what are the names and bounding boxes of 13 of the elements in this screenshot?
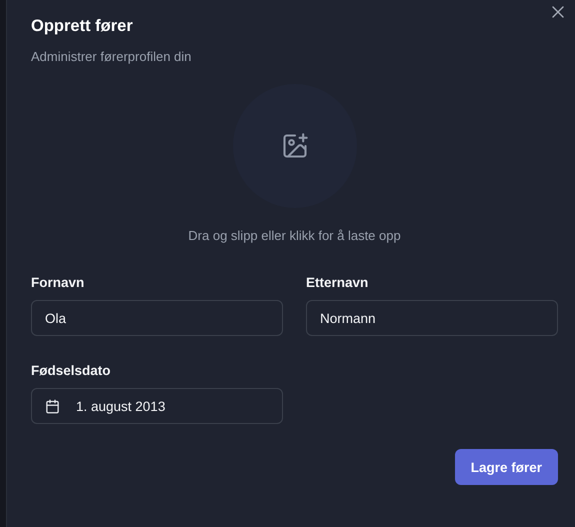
input-field[interactable]: Normann [306, 300, 558, 336]
image-add-icon [280, 132, 308, 160]
dialog-title: Opprett fører [31, 16, 134, 37]
dialog-description: Administrer førerprofilen din [31, 49, 192, 64]
field-label: Etternavn [306, 275, 370, 290]
close-icon[interactable] [552, 6, 564, 18]
calendar-icon [45, 398, 60, 414]
save-button[interactable]: Lagre fører [454, 449, 558, 485]
upload-hint: Dra og slipp eller klikk for å laste opp [188, 228, 401, 243]
field-label: Fødselsdato [31, 363, 112, 378]
field-label: Fornavn [31, 275, 86, 290]
date-field[interactable]: 1. august 2013 [31, 388, 283, 424]
input-field[interactable]: Ola [31, 300, 283, 336]
